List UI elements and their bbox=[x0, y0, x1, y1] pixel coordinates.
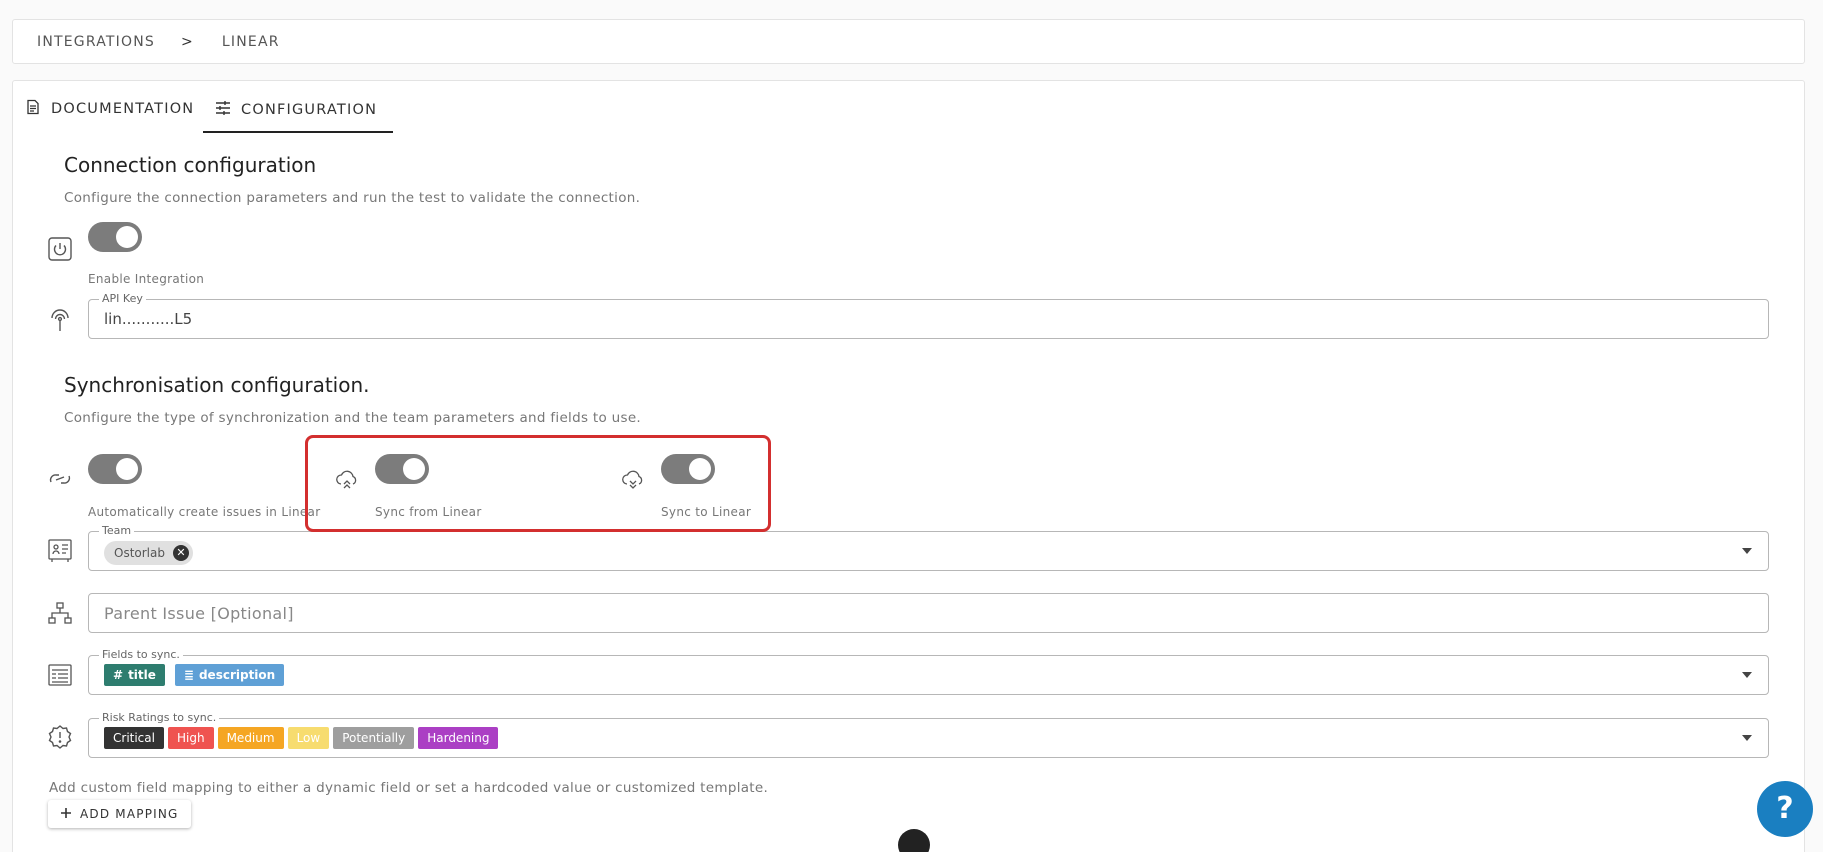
connection-description: Configure the connection parameters and … bbox=[64, 190, 641, 206]
tab-configuration[interactable]: CONFIGURATION bbox=[203, 89, 394, 133]
enable-integration-label: Enable Integration bbox=[88, 272, 205, 286]
api-key-value: lin...........L5 bbox=[104, 310, 193, 328]
chevron-down-icon[interactable] bbox=[1742, 672, 1752, 678]
field-chip-title: # title bbox=[104, 664, 165, 686]
risk-ratings-select[interactable]: Risk Ratings to sync. Critical High Medi… bbox=[88, 711, 1769, 758]
plus-icon bbox=[60, 807, 72, 822]
sliders-icon bbox=[215, 100, 231, 120]
field-chip-description: ≣ description bbox=[174, 664, 285, 686]
team-select[interactable]: Team Ostorlab ✕ bbox=[88, 524, 1769, 571]
parent-issue-placeholder: Parent Issue [Optional] bbox=[104, 604, 294, 623]
sync-title: Synchronisation configuration. bbox=[64, 373, 370, 397]
sync-description: Configure the type of synchronization an… bbox=[64, 410, 642, 426]
help-button[interactable]: ? bbox=[1757, 781, 1813, 837]
breadcrumb: INTEGRATIONS > LINEAR bbox=[12, 19, 1805, 64]
team-chip: Ostorlab ✕ bbox=[104, 541, 193, 565]
auto-create-label: Automatically create issues in Linear bbox=[88, 505, 321, 519]
risk-chip-high: High bbox=[167, 727, 214, 749]
enable-integration-toggle[interactable] bbox=[88, 222, 142, 252]
risk-legend: Risk Ratings to sync. bbox=[99, 711, 220, 725]
parent-issue-input[interactable]: Parent Issue [Optional] bbox=[88, 593, 1769, 633]
breadcrumb-integrations[interactable]: INTEGRATIONS bbox=[37, 34, 155, 50]
alert-icon bbox=[47, 724, 73, 750]
chevron-down-icon[interactable] bbox=[1742, 735, 1752, 741]
connection-title: Connection configuration bbox=[64, 153, 317, 177]
team-icon bbox=[47, 537, 73, 563]
tab-documentation-label: DOCUMENTATION bbox=[51, 101, 195, 117]
breadcrumb-linear: LINEAR bbox=[221, 33, 280, 50]
hash-icon: # bbox=[113, 668, 124, 682]
key-icon bbox=[47, 306, 73, 332]
add-mapping-button[interactable]: ADD MAPPING bbox=[48, 800, 191, 828]
tab-configuration-label: CONFIGURATION bbox=[241, 102, 378, 118]
power-icon bbox=[47, 236, 73, 262]
fields-to-sync-select[interactable]: Fields to sync. # title ≣ description bbox=[88, 648, 1769, 695]
text-icon: ≣ bbox=[183, 668, 194, 682]
api-key-legend: API Key bbox=[99, 292, 146, 306]
breadcrumb-separator: > bbox=[180, 33, 194, 50]
main-panel: DOCUMENTATION CONFIGURATION Connection c… bbox=[12, 80, 1805, 852]
risk-chip-low: Low bbox=[287, 727, 330, 749]
api-key-field[interactable]: API Key lin...........L5 bbox=[88, 292, 1769, 339]
chevron-down-icon[interactable] bbox=[1742, 548, 1752, 554]
fields-legend: Fields to sync. bbox=[99, 648, 183, 662]
field-chip-description-label: description bbox=[198, 668, 276, 682]
risk-chip-hardening: Hardening bbox=[418, 727, 499, 749]
fields-icon bbox=[47, 662, 73, 688]
hierarchy-icon bbox=[47, 600, 73, 626]
link-icon bbox=[47, 466, 73, 492]
team-legend: Team bbox=[99, 524, 135, 538]
close-icon[interactable]: ✕ bbox=[172, 545, 189, 561]
auto-create-toggle[interactable] bbox=[88, 454, 142, 484]
team-chip-label: Ostorlab bbox=[114, 546, 165, 560]
document-icon bbox=[25, 99, 41, 119]
risk-chip-potentially: Potentially bbox=[333, 727, 415, 749]
highlight-box bbox=[305, 435, 771, 532]
risk-chip-medium: Medium bbox=[217, 727, 284, 749]
mapping-description: Add custom field mapping to either a dyn… bbox=[49, 780, 769, 796]
field-chip-title-label: title bbox=[128, 668, 156, 682]
tab-documentation[interactable]: DOCUMENTATION bbox=[25, 89, 194, 129]
add-mapping-label: ADD MAPPING bbox=[80, 807, 179, 821]
risk-chip-critical: Critical bbox=[104, 727, 164, 749]
